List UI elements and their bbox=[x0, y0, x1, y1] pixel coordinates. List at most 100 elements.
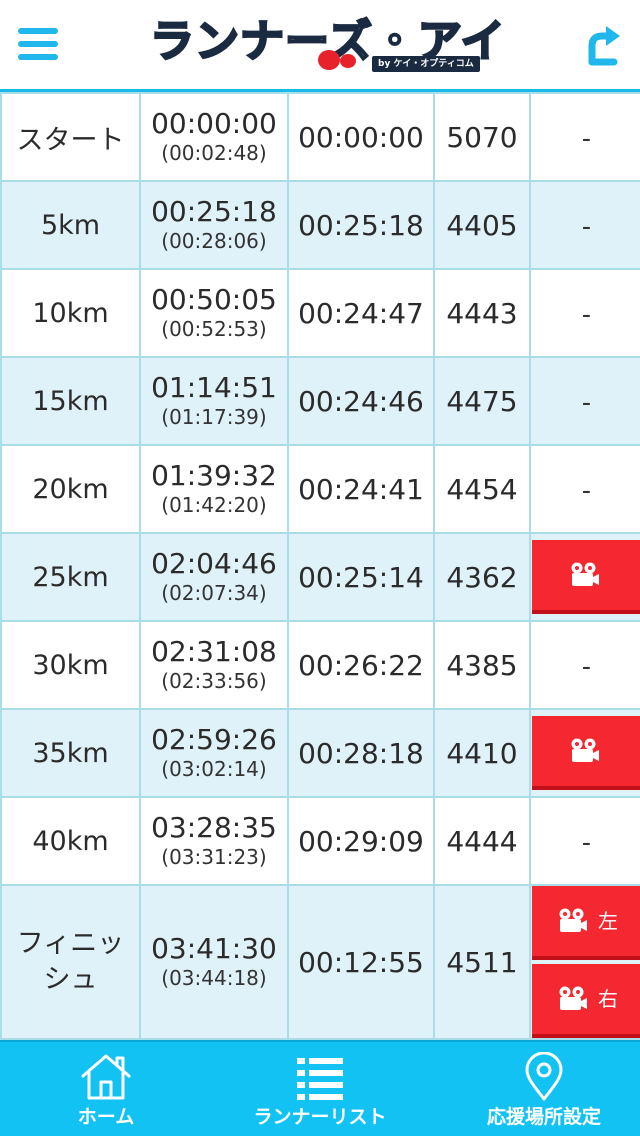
video-right-label: 右 bbox=[598, 987, 618, 1011]
table-row-finish: フィニッ シュ 03:41:30 (03:44:18) 00:12:55 4511 … bbox=[0, 884, 640, 1040]
video-cell: - bbox=[529, 796, 640, 886]
point-label-line1: フィニッ bbox=[16, 928, 125, 959]
split-table: スタート 00:00:00 (00:02:48) 00:00:00 5070 - … bbox=[0, 92, 640, 1042]
table-row: 25km 02:04:46 (02:07:34) 00:25:14 4362 bbox=[0, 532, 640, 622]
time-cell: 00:50:05 (00:52:53) bbox=[139, 268, 289, 358]
logo-subtitle: by ケイ・オプティコム bbox=[372, 56, 480, 72]
menu-icon[interactable] bbox=[18, 26, 58, 62]
point-cell: 10km bbox=[0, 268, 141, 358]
time-cell: 01:14:51 (01:17:39) bbox=[139, 356, 289, 446]
video-left-button[interactable]: 左 bbox=[532, 886, 640, 960]
point-cell: 25km bbox=[0, 532, 141, 622]
lap-cell: 00:24:46 bbox=[287, 356, 435, 446]
video-cell: - bbox=[529, 356, 640, 446]
time-cell: 03:41:30 (03:44:18) bbox=[139, 884, 289, 1040]
video-right-button[interactable]: 右 bbox=[532, 964, 640, 1038]
refresh-icon[interactable] bbox=[584, 24, 624, 66]
net-time: 02:59:26 bbox=[151, 723, 277, 756]
location-pin-icon bbox=[525, 1052, 563, 1101]
gross-time: (03:02:14) bbox=[161, 757, 267, 781]
lap-cell: 00:24:41 bbox=[287, 444, 435, 534]
menu-bar bbox=[18, 54, 58, 60]
no-video: - bbox=[581, 211, 592, 242]
list-icon bbox=[297, 1058, 343, 1100]
rank-cell: 4405 bbox=[433, 180, 531, 270]
no-video: - bbox=[581, 475, 592, 506]
table-row: スタート 00:00:00 (00:02:48) 00:00:00 5070 - bbox=[0, 92, 640, 182]
rank-cell: 4475 bbox=[433, 356, 531, 446]
menu-bar bbox=[18, 28, 58, 34]
rank-cell: 4385 bbox=[433, 620, 531, 710]
rank-cell: 4410 bbox=[433, 708, 531, 798]
net-time: 00:25:18 bbox=[151, 195, 277, 228]
point-cell: 40km bbox=[0, 796, 141, 886]
gross-time: (02:33:56) bbox=[161, 669, 267, 693]
logo-accent bbox=[340, 54, 356, 68]
net-time: 02:31:08 bbox=[151, 635, 277, 668]
gross-time: (03:44:18) bbox=[161, 966, 267, 990]
net-time: 02:04:46 bbox=[151, 547, 277, 580]
video-cell: 左 右 bbox=[529, 884, 640, 1040]
video-cell: - bbox=[529, 180, 640, 270]
rank-cell: 4444 bbox=[433, 796, 531, 886]
nav-runner-list[interactable]: ランナーリスト bbox=[238, 1042, 402, 1136]
logo-accent bbox=[318, 50, 340, 70]
lap-cell: 00:00:00 bbox=[287, 92, 435, 182]
point-cell: 20km bbox=[0, 444, 141, 534]
table-row: 40km 03:28:35 (03:31:23) 00:29:09 4444 - bbox=[0, 796, 640, 886]
gross-time: (00:52:53) bbox=[161, 317, 267, 341]
net-time: 01:14:51 bbox=[151, 371, 277, 404]
point-cell: フィニッ シュ bbox=[0, 884, 141, 1040]
camera-icon bbox=[559, 908, 587, 932]
gross-time: (00:28:06) bbox=[161, 229, 267, 253]
net-time: 03:41:30 bbox=[151, 932, 277, 965]
gross-time: (03:31:23) bbox=[161, 845, 267, 869]
lap-cell: 00:12:55 bbox=[287, 884, 435, 1040]
gross-time: (01:42:20) bbox=[161, 493, 267, 517]
time-cell: 00:00:00 (00:02:48) bbox=[139, 92, 289, 182]
rank-cell: 5070 bbox=[433, 92, 531, 182]
app-logo: ランナーズ・アイ by ケイ・オプティコム bbox=[149, 14, 506, 76]
video-cell: - bbox=[529, 620, 640, 710]
video-button[interactable] bbox=[532, 540, 640, 614]
camera-icon bbox=[571, 562, 599, 586]
net-time: 01:39:32 bbox=[151, 459, 277, 492]
video-left-label: 左 bbox=[598, 909, 618, 933]
table-row: 10km 00:50:05 (00:52:53) 00:24:47 4443 - bbox=[0, 268, 640, 358]
net-time: 00:00:00 bbox=[151, 107, 277, 140]
point-cell: 15km bbox=[0, 356, 141, 446]
lap-cell: 00:25:18 bbox=[287, 180, 435, 270]
nav-home[interactable]: ホーム bbox=[40, 1042, 172, 1136]
lap-cell: 00:25:14 bbox=[287, 532, 435, 622]
table-row: 30km 02:31:08 (02:33:56) 00:26:22 4385 - bbox=[0, 620, 640, 710]
lap-cell: 00:26:22 bbox=[287, 620, 435, 710]
camera-icon bbox=[559, 986, 587, 1010]
rank-cell: 4454 bbox=[433, 444, 531, 534]
gross-time: (00:02:48) bbox=[161, 141, 267, 165]
point-cell: 35km bbox=[0, 708, 141, 798]
video-button[interactable] bbox=[532, 716, 640, 790]
time-cell: 03:28:35 (03:31:23) bbox=[139, 796, 289, 886]
no-video: - bbox=[581, 651, 592, 682]
nav-support-location-label: 応援場所設定 bbox=[486, 1106, 601, 1128]
time-cell: 01:39:32 (01:42:20) bbox=[139, 444, 289, 534]
video-cell: - bbox=[529, 92, 640, 182]
menu-bar bbox=[18, 41, 58, 47]
table-row: 35km 02:59:26 (03:02:14) 00:28:18 4410 bbox=[0, 708, 640, 798]
video-cell: - bbox=[529, 268, 640, 358]
rank-cell: 4511 bbox=[433, 884, 531, 1040]
no-video: - bbox=[581, 827, 592, 858]
nav-home-label: ホーム bbox=[77, 1106, 135, 1128]
nav-support-location[interactable]: 応援場所設定 bbox=[462, 1042, 626, 1136]
nav-runner-list-label: ランナーリスト bbox=[253, 1106, 387, 1128]
video-cell bbox=[529, 532, 640, 622]
gross-time: (01:17:39) bbox=[161, 405, 267, 429]
time-cell: 02:59:26 (03:02:14) bbox=[139, 708, 289, 798]
lap-cell: 00:29:09 bbox=[287, 796, 435, 886]
gross-time: (02:07:34) bbox=[161, 581, 267, 605]
bottom-nav: ホーム ランナーリスト 応援場所設定 bbox=[0, 1040, 640, 1136]
rank-cell: 4362 bbox=[433, 532, 531, 622]
no-video: - bbox=[581, 387, 592, 418]
home-icon bbox=[81, 1054, 131, 1100]
app-header: ランナーズ・アイ by ケイ・オプティコム bbox=[0, 0, 640, 92]
